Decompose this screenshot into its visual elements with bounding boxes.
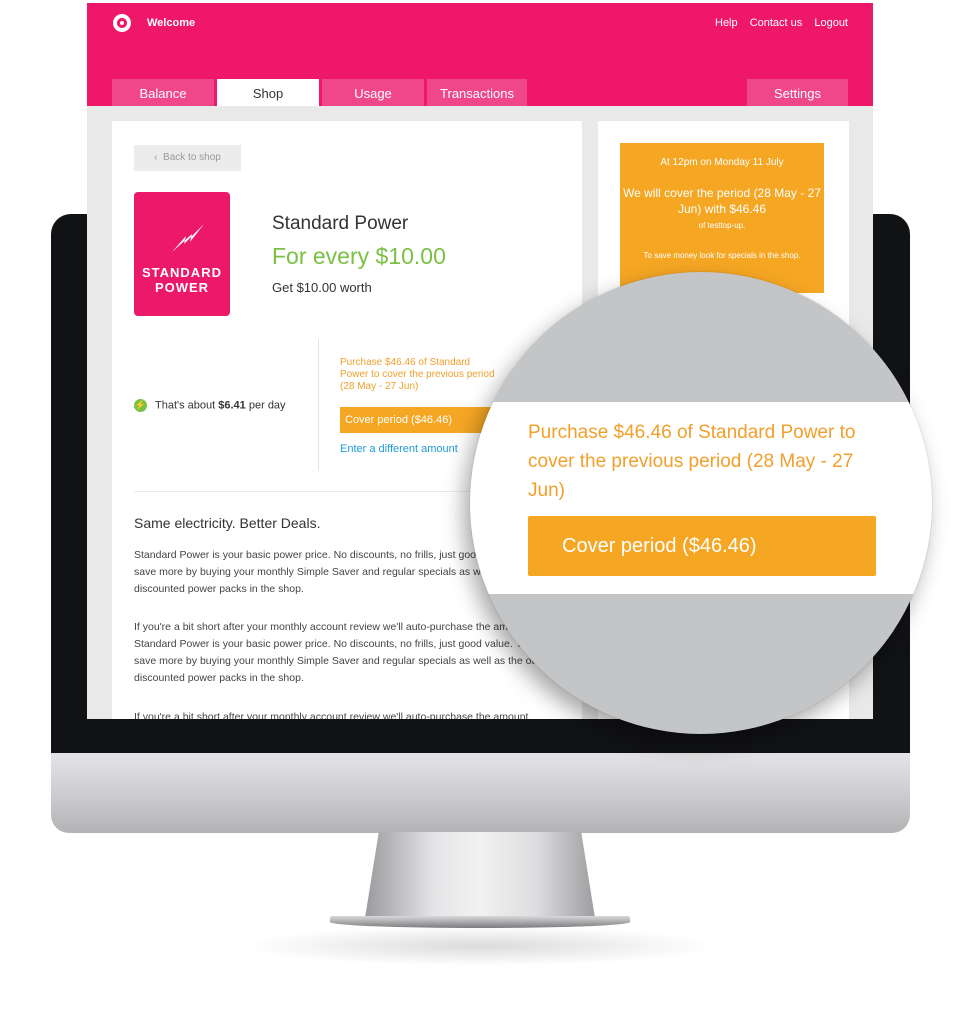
welcome-label: Welcome xyxy=(147,17,196,29)
info-date: At 12pm on Monday 11 July xyxy=(660,157,784,168)
brand-logo-icon[interactable] xyxy=(113,14,131,32)
per-day-suffix: per day xyxy=(248,399,286,412)
contact-link[interactable]: Contact us xyxy=(750,17,803,29)
monitor-stand xyxy=(365,832,595,918)
tile-line-2: POWER xyxy=(154,280,210,295)
monitor-chin xyxy=(51,753,910,833)
per-day-amount: $6.41 xyxy=(218,399,246,412)
tab-transactions[interactable]: Transactions xyxy=(427,79,527,106)
bolt-badge-icon: ⚡ xyxy=(134,399,147,412)
magnified-cover-period-button[interactable]: Cover period ($46.46) xyxy=(528,516,876,576)
top-links: Help Contact us Logout xyxy=(706,17,848,29)
divider-vertical xyxy=(318,339,319,471)
magnified-purchase-description: Purchase $46.46 of Standard Power to cov… xyxy=(528,422,856,501)
tab-settings[interactable]: Settings xyxy=(747,79,848,106)
lightning-icon xyxy=(170,222,206,260)
product-tile-text: STANDARD POWER xyxy=(134,265,230,295)
logout-link[interactable]: Logout xyxy=(814,17,848,29)
tile-line-1: STANDARD xyxy=(142,265,222,280)
tab-balance[interactable]: Balance xyxy=(112,79,214,106)
tab-usage[interactable]: Usage xyxy=(322,79,424,106)
magnifier-callout: Purchase $46.46 of Standard Power to cov… xyxy=(470,272,932,734)
chevron-left-icon: ‹ xyxy=(154,152,164,163)
monitor-stand-base xyxy=(330,916,630,928)
info-cover-text: We will cover the period (28 May - 27 Ju… xyxy=(623,186,821,216)
deals-paragraph-3: If you're a bit short after your monthly… xyxy=(134,711,529,719)
product-worth: Get $10.00 worth xyxy=(272,280,372,295)
product-name: Standard Power xyxy=(272,213,409,234)
product-tile: STANDARD POWER xyxy=(134,192,230,316)
help-link[interactable]: Help xyxy=(715,17,738,29)
top-bar: Welcome Help Contact us Logout Balance S… xyxy=(87,3,873,106)
per-day-prefix: That's about xyxy=(155,399,216,412)
deals-title: Same electricity. Better Deals. xyxy=(134,515,321,531)
purchase-description: Purchase $46.46 of Standard Power to cov… xyxy=(340,357,495,392)
back-label: Back to shop xyxy=(163,152,221,163)
info-topup-text: of testtop-up. xyxy=(698,221,746,230)
tab-shop[interactable]: Shop xyxy=(217,79,319,106)
auto-cover-info-box: At 12pm on Monday 11 July We will cover … xyxy=(620,143,824,293)
info-tip-text: To save money look for specials in the s… xyxy=(643,251,801,260)
stand-shadow xyxy=(240,926,720,966)
product-price: For every $10.00 xyxy=(272,243,446,269)
per-day-estimate: ⚡ That's about $6.41 per day xyxy=(134,399,286,412)
enter-different-amount-link[interactable]: Enter a different amount xyxy=(340,443,458,455)
back-to-shop-button[interactable]: ‹ Back to shop xyxy=(134,145,241,171)
